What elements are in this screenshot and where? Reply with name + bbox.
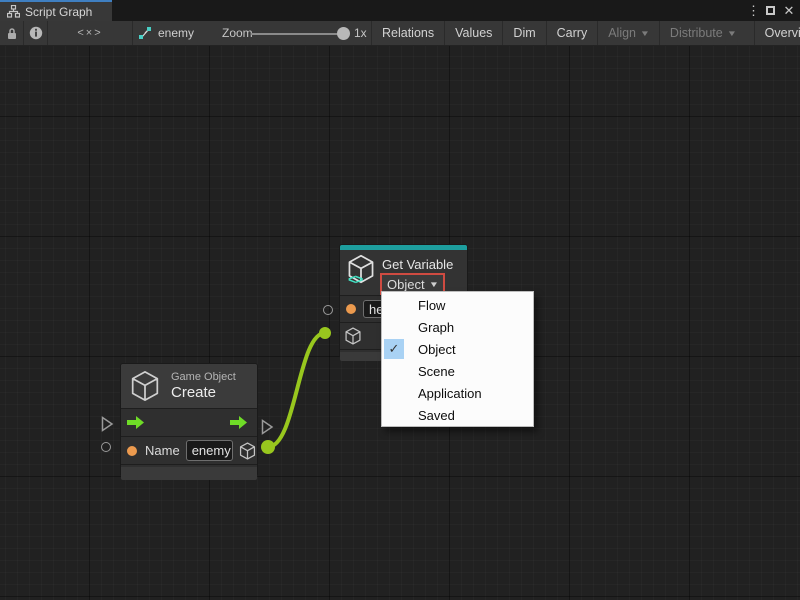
inspect-button[interactable] bbox=[24, 21, 48, 45]
create-output-port[interactable] bbox=[261, 440, 275, 454]
gameobject-output-icon[interactable] bbox=[239, 442, 256, 460]
create-node-category: Game Object bbox=[171, 371, 236, 384]
connection-wire[interactable] bbox=[268, 333, 325, 447]
script-graph-icon bbox=[7, 5, 20, 18]
window-titlebar: Script Graph ⋮ ✕ bbox=[0, 0, 800, 21]
graph-name: enemy bbox=[158, 26, 194, 40]
menu-item-scene[interactable]: Scene bbox=[382, 360, 533, 382]
graph-canvas[interactable]: Game Object Create Name enemy bbox=[0, 46, 800, 600]
menu-item-application[interactable]: Application bbox=[382, 382, 533, 404]
tab-script-graph[interactable]: Script Graph bbox=[0, 0, 112, 21]
zoom-slider[interactable] bbox=[251, 33, 341, 35]
distribute-button[interactable]: Distribute▼ bbox=[659, 21, 746, 45]
string-port-icon[interactable] bbox=[346, 304, 356, 314]
chevron-down-icon: ▼ bbox=[640, 29, 650, 38]
zoom-slider-handle[interactable] bbox=[337, 27, 350, 40]
check-icon: ✓ bbox=[384, 339, 404, 359]
code-icon: <×> bbox=[77, 27, 102, 39]
menu-item-saved[interactable]: Saved bbox=[382, 404, 533, 426]
dim-button[interactable]: Dim bbox=[502, 21, 545, 45]
flow-in-arrow-icon[interactable] bbox=[127, 416, 144, 429]
zoom-value: 1x bbox=[354, 26, 367, 40]
check-icon bbox=[384, 405, 404, 425]
relations-button[interactable]: Relations bbox=[371, 21, 444, 45]
scope-value: Object bbox=[387, 277, 425, 292]
variable-name-input-port[interactable] bbox=[323, 305, 333, 315]
variables-button[interactable]: <×> bbox=[48, 21, 133, 45]
menu-item-flow[interactable]: Flow bbox=[382, 294, 533, 316]
gameobject-input-icon[interactable] bbox=[344, 327, 362, 345]
get-variable-title: Get Variable bbox=[382, 257, 453, 272]
name-input-field[interactable]: enemy bbox=[186, 440, 233, 461]
scope-dropdown-menu: Flow Graph ✓Object Scene Application Sav… bbox=[381, 291, 534, 427]
check-icon bbox=[384, 295, 404, 315]
check-icon bbox=[384, 317, 404, 337]
zoom-label: Zoom bbox=[222, 26, 253, 40]
menu-item-graph[interactable]: Graph bbox=[382, 316, 533, 338]
create-node-footer bbox=[121, 467, 257, 480]
flow-output-port[interactable] bbox=[261, 419, 274, 435]
values-button[interactable]: Values bbox=[444, 21, 502, 45]
close-icon[interactable]: ✕ bbox=[782, 3, 796, 19]
name-input-port[interactable] bbox=[101, 442, 111, 452]
carry-button[interactable]: Carry bbox=[546, 21, 598, 45]
check-icon bbox=[384, 361, 404, 381]
getvar-object-input-port[interactable] bbox=[319, 327, 331, 339]
menu-item-object[interactable]: ✓Object bbox=[382, 338, 533, 360]
lock-button[interactable] bbox=[0, 21, 24, 45]
breadcrumb[interactable]: enemy bbox=[138, 21, 194, 45]
tab-title: Script Graph bbox=[25, 5, 92, 19]
gameobject-cube-icon bbox=[130, 370, 160, 402]
create-node-title: Create bbox=[171, 384, 236, 401]
overview-button[interactable]: Overview bbox=[754, 21, 800, 45]
align-button[interactable]: Align▼ bbox=[597, 21, 659, 45]
maximize-icon[interactable] bbox=[766, 6, 775, 15]
check-icon bbox=[384, 383, 404, 403]
window-menu-icon[interactable]: ⋮ bbox=[747, 3, 759, 19]
create-node-header[interactable]: Game Object Create bbox=[121, 364, 257, 408]
graph-icon bbox=[138, 26, 152, 40]
flow-out-arrow-icon[interactable] bbox=[230, 416, 247, 429]
flow-input-port[interactable] bbox=[101, 416, 114, 432]
chevron-down-icon: ▼ bbox=[428, 280, 438, 289]
graph-toolbar: <×> enemy Zoom 1x Relations Values Dim C… bbox=[0, 21, 800, 46]
create-node[interactable]: Game Object Create Name enemy bbox=[120, 363, 258, 477]
lock-icon bbox=[6, 27, 18, 40]
name-port-label: Name bbox=[145, 443, 180, 458]
string-port-icon[interactable] bbox=[127, 446, 137, 456]
code-brackets-icon: <> bbox=[348, 271, 362, 287]
info-icon bbox=[29, 26, 43, 40]
chevron-down-icon: ▼ bbox=[727, 29, 737, 38]
